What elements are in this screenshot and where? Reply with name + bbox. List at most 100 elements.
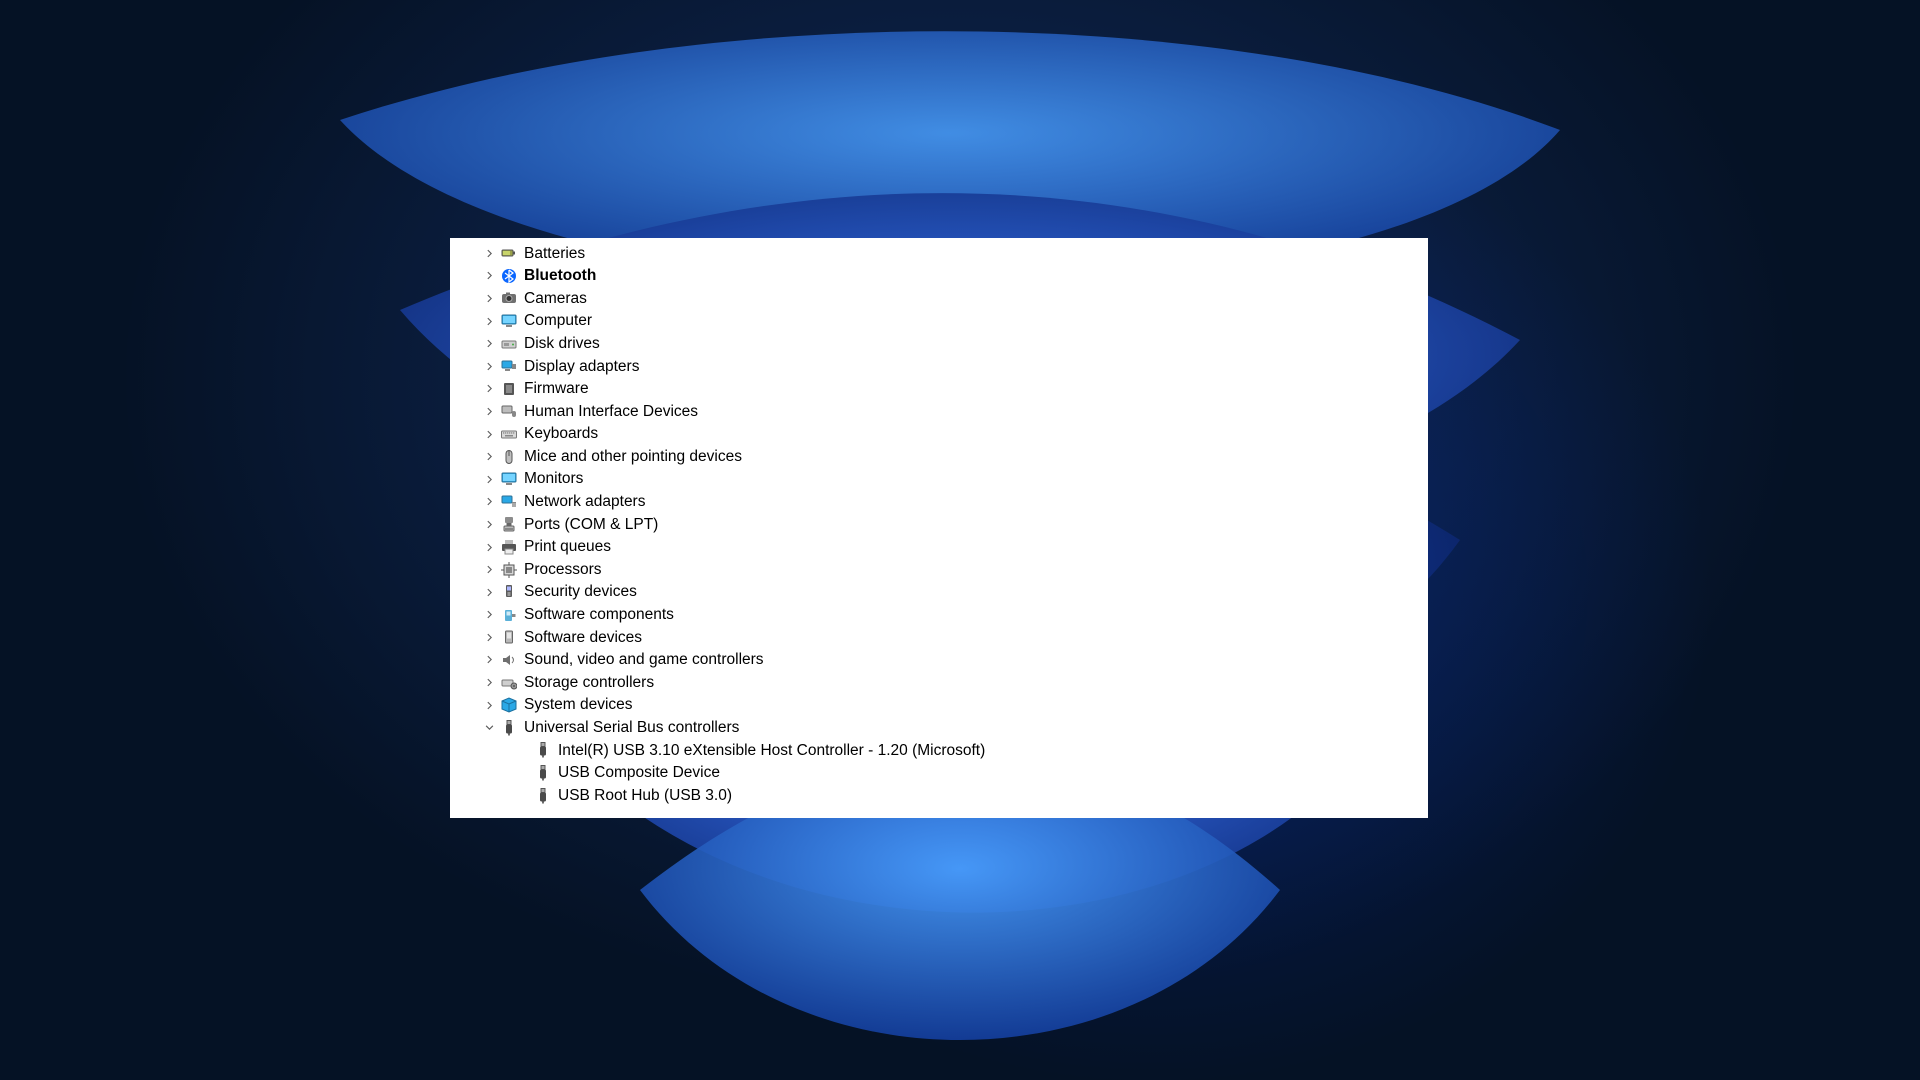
device-category-sound[interactable]: Sound, video and game controllers bbox=[450, 649, 1428, 672]
sw-component-icon bbox=[499, 605, 519, 625]
hid-icon bbox=[499, 401, 519, 421]
expand-icon[interactable] bbox=[482, 427, 496, 441]
expand-icon[interactable] bbox=[482, 517, 496, 531]
device-category-mice[interactable]: Mice and other pointing devices bbox=[450, 445, 1428, 468]
device-category-label: Display adapters bbox=[524, 359, 639, 375]
device-category-bluetooth[interactable]: Bluetooth bbox=[450, 265, 1428, 288]
device-category-label: Mice and other pointing devices bbox=[524, 449, 742, 465]
expand-icon[interactable] bbox=[482, 291, 496, 305]
device-category-label: Print queues bbox=[524, 539, 611, 555]
printer-icon bbox=[499, 537, 519, 557]
device-category-keyboards[interactable]: Keyboards bbox=[450, 423, 1428, 446]
network-icon bbox=[499, 492, 519, 512]
device-category-label: Security devices bbox=[524, 584, 637, 600]
sw-device-icon bbox=[499, 627, 519, 647]
system-icon bbox=[499, 695, 519, 715]
device-category-security[interactable]: Security devices bbox=[450, 581, 1428, 604]
expand-icon[interactable] bbox=[482, 450, 496, 464]
device-item-usb-composite[interactable]: USB Composite Device bbox=[450, 762, 1428, 785]
device-category-batteries[interactable]: Batteries bbox=[450, 242, 1428, 265]
expand-icon[interactable] bbox=[482, 608, 496, 622]
expand-icon[interactable] bbox=[482, 540, 496, 554]
device-category-network[interactable]: Network adapters bbox=[450, 491, 1428, 514]
device-category-hid[interactable]: Human Interface Devices bbox=[450, 400, 1428, 423]
device-category-storage-ctrl[interactable]: Storage controllers bbox=[450, 671, 1428, 694]
device-category-label: Bluetooth bbox=[524, 268, 596, 284]
device-category-label: Network adapters bbox=[524, 494, 645, 510]
port-icon bbox=[499, 514, 519, 534]
expander-spacer bbox=[516, 789, 530, 803]
expand-icon[interactable] bbox=[482, 359, 496, 373]
expand-icon[interactable] bbox=[482, 246, 496, 260]
collapse-icon[interactable] bbox=[482, 721, 496, 735]
device-category-label: Processors bbox=[524, 562, 602, 578]
device-category-sw-devices[interactable]: Software devices bbox=[450, 626, 1428, 649]
bluetooth-icon bbox=[499, 266, 519, 286]
mouse-icon bbox=[499, 447, 519, 467]
expand-icon[interactable] bbox=[482, 676, 496, 690]
device-category-print-queues[interactable]: Print queues bbox=[450, 536, 1428, 559]
expander-spacer bbox=[516, 743, 530, 757]
expand-icon[interactable] bbox=[482, 630, 496, 644]
device-category-label: Batteries bbox=[524, 246, 585, 262]
device-item-label: Intel(R) USB 3.10 eXtensible Host Contro… bbox=[558, 743, 985, 759]
expand-icon[interactable] bbox=[482, 269, 496, 283]
device-manager-window: Batteries Bluetooth Cameras Computer Disk dr… bbox=[450, 238, 1428, 818]
device-category-disk-drives[interactable]: Disk drives bbox=[450, 332, 1428, 355]
device-category-label: Disk drives bbox=[524, 336, 600, 352]
device-category-label: Human Interface Devices bbox=[524, 404, 698, 420]
monitor-icon bbox=[499, 311, 519, 331]
monitor-icon bbox=[499, 469, 519, 489]
device-category-system-devices[interactable]: System devices bbox=[450, 694, 1428, 717]
device-category-label: Storage controllers bbox=[524, 675, 654, 691]
expand-icon[interactable] bbox=[482, 653, 496, 667]
device-category-label: Monitors bbox=[524, 471, 583, 487]
firmware-icon bbox=[499, 379, 519, 399]
expand-icon[interactable] bbox=[482, 382, 496, 396]
expand-icon[interactable] bbox=[482, 585, 496, 599]
drive-icon bbox=[499, 334, 519, 354]
usb-icon bbox=[533, 763, 553, 783]
battery-icon bbox=[499, 243, 519, 263]
device-category-cameras[interactable]: Cameras bbox=[450, 287, 1428, 310]
camera-icon bbox=[499, 288, 519, 308]
security-icon bbox=[499, 582, 519, 602]
device-category-label: Software devices bbox=[524, 630, 642, 646]
expand-icon[interactable] bbox=[482, 472, 496, 486]
device-category-display-adapters[interactable]: Display adapters bbox=[450, 355, 1428, 378]
device-category-firmware[interactable]: Firmware bbox=[450, 378, 1428, 401]
expand-icon[interactable] bbox=[482, 698, 496, 712]
expand-icon[interactable] bbox=[482, 337, 496, 351]
expand-icon[interactable] bbox=[482, 563, 496, 577]
display-adapter-icon bbox=[499, 356, 519, 376]
expand-icon[interactable] bbox=[482, 314, 496, 328]
cpu-icon bbox=[499, 560, 519, 580]
expand-icon[interactable] bbox=[482, 495, 496, 509]
device-item-usb-xhci[interactable]: Intel(R) USB 3.10 eXtensible Host Contro… bbox=[450, 739, 1428, 762]
device-category-label: System devices bbox=[524, 697, 633, 713]
device-category-sw-components[interactable]: Software components bbox=[450, 604, 1428, 627]
device-tree[interactable]: Batteries Bluetooth Cameras Computer Disk dr… bbox=[450, 238, 1428, 818]
speaker-icon bbox=[499, 650, 519, 670]
device-category-label: Keyboards bbox=[524, 426, 598, 442]
device-category-label: Ports (COM & LPT) bbox=[524, 517, 658, 533]
device-category-ports[interactable]: Ports (COM & LPT) bbox=[450, 513, 1428, 536]
expander-spacer bbox=[516, 766, 530, 780]
usb-icon bbox=[499, 718, 519, 738]
usb-icon bbox=[533, 740, 553, 760]
expand-icon[interactable] bbox=[482, 404, 496, 418]
device-category-label: Universal Serial Bus controllers bbox=[524, 720, 739, 736]
device-item-label: USB Composite Device bbox=[558, 765, 720, 781]
device-category-computer[interactable]: Computer bbox=[450, 310, 1428, 333]
device-category-label: Software components bbox=[524, 607, 674, 623]
device-category-label: Firmware bbox=[524, 381, 589, 397]
keyboard-icon bbox=[499, 424, 519, 444]
storage-ctrl-icon bbox=[499, 673, 519, 693]
device-category-usb[interactable]: Universal Serial Bus controllers bbox=[450, 716, 1428, 739]
device-category-processors[interactable]: Processors bbox=[450, 558, 1428, 581]
device-category-monitors[interactable]: Monitors bbox=[450, 468, 1428, 491]
usb-icon bbox=[533, 786, 553, 806]
device-category-label: Sound, video and game controllers bbox=[524, 652, 764, 668]
device-item-usb-roothub[interactable]: USB Root Hub (USB 3.0) bbox=[450, 784, 1428, 807]
device-category-label: Computer bbox=[524, 313, 592, 329]
